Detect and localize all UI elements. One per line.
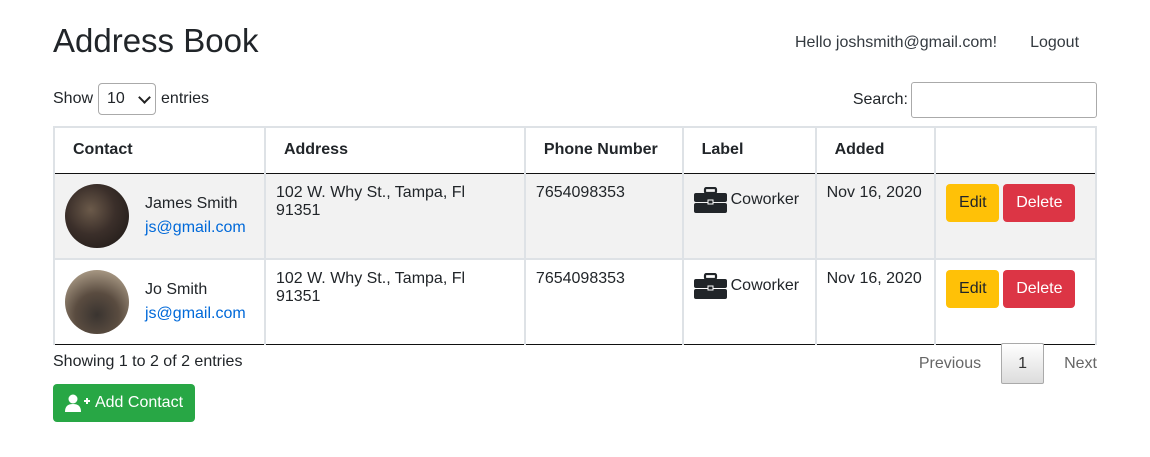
edit-button[interactable]: Edit (946, 183, 1000, 222)
actions-cell: Edit Delete (934, 258, 1097, 345)
chevron-down-icon (138, 90, 151, 104)
phone-cell: 7654098353 (523, 258, 684, 345)
briefcase-icon (693, 186, 727, 213)
avatar (65, 269, 129, 334)
contact-cell: Jo Smith js@gmail.com (53, 258, 266, 345)
add-contact-label: Add Contact (94, 394, 184, 411)
label-text: Coworker (730, 276, 800, 294)
address-cell: 102 W. Why St., Tampa, Fl 91351 (263, 173, 526, 260)
column-header-label[interactable]: Label (681, 126, 817, 174)
delete-button[interactable]: Delete (1003, 183, 1076, 222)
greeting-text: Hello joshsmith@gmail.com! (795, 34, 998, 51)
table-row: Jo Smith js@gmail.com 102 W. Why St., Ta… (53, 258, 1097, 345)
show-label: Show (53, 90, 94, 107)
column-header-address[interactable]: Address (263, 126, 526, 174)
search-input[interactable] (911, 82, 1097, 118)
added-cell: Nov 16, 2020 (814, 258, 937, 345)
briefcase-icon (693, 272, 727, 299)
label-cell: Coworker (681, 173, 817, 260)
column-header-phone[interactable]: Phone Number (523, 126, 684, 174)
contact-email-link[interactable]: js@gmail.com (145, 302, 246, 326)
user-plus-icon (64, 394, 90, 412)
label-cell: Coworker (681, 258, 817, 345)
page-size-value: 10 (107, 90, 125, 107)
entries-label: entries (161, 90, 210, 107)
page-button-current[interactable]: 1 (1001, 343, 1045, 384)
page: Address Book Hello joshsmith@gmail.com! … (0, 0, 1150, 457)
phone-cell: 7654098353 (523, 173, 684, 260)
delete-button[interactable]: Delete (1003, 269, 1076, 308)
search-control: Search: (853, 82, 1097, 118)
next-button[interactable]: Next (1044, 355, 1117, 373)
logout-link[interactable]: Logout (1030, 34, 1079, 52)
page-title: Address Book (53, 22, 259, 59)
table-info: Showing 1 to 2 of 2 entries (53, 353, 243, 370)
column-header-added[interactable]: Added (814, 126, 937, 174)
actions-cell: Edit Delete (934, 173, 1097, 260)
contact-name: Jo Smith (145, 280, 208, 298)
contacts-table: Contact Address Phone Number Label Added… (53, 126, 1097, 345)
add-contact-button[interactable]: Add Contact (53, 384, 195, 422)
table-row: James Smith js@gmail.com 102 W. Why St.,… (53, 173, 1097, 260)
column-header-actions (934, 126, 1097, 174)
address-cell: 102 W. Why St., Tampa, Fl 91351 (263, 258, 526, 345)
column-header-contact[interactable]: Contact (53, 126, 266, 174)
label-text: Coworker (730, 190, 800, 208)
contact-name: James Smith (145, 194, 238, 212)
user-nav: Hello joshsmith@gmail.com! Logout (795, 34, 1079, 52)
page-size-control: Show 10 entries (53, 83, 209, 115)
previous-button[interactable]: Previous (899, 355, 1001, 373)
edit-button[interactable]: Edit (946, 269, 1000, 308)
avatar (65, 183, 129, 248)
contact-cell: James Smith js@gmail.com (53, 173, 266, 260)
search-label: Search: (852, 91, 908, 108)
added-cell: Nov 16, 2020 (814, 173, 937, 260)
table-header-row: Contact Address Phone Number Label Added (53, 126, 1097, 174)
page-size-select[interactable]: 10 (98, 83, 157, 115)
pagination: Previous 1 Next (899, 343, 1117, 384)
contact-email-link[interactable]: js@gmail.com (145, 216, 246, 240)
